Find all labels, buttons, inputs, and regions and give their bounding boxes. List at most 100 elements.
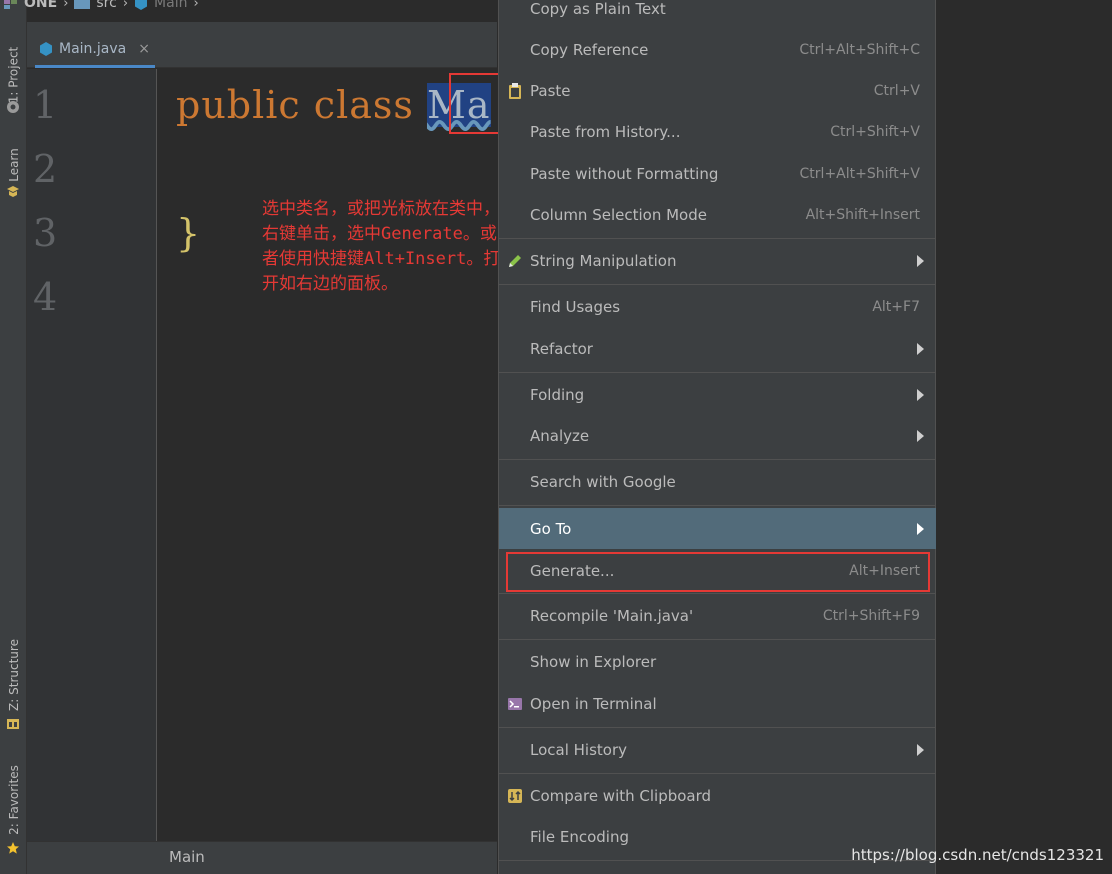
chevron-right-icon: › — [63, 0, 69, 11]
menu-item-shortcut: Ctrl+Alt+Shift+C — [799, 42, 920, 58]
menu-item-label: Analyze — [530, 427, 590, 445]
terminal-icon — [508, 698, 522, 710]
closing-brace: } — [176, 211, 202, 255]
line-number: 2 — [33, 147, 58, 191]
line-number: 4 — [33, 275, 58, 319]
menu-item-label: Column Selection Mode — [530, 206, 707, 224]
module-icon — [4, 0, 17, 9]
project-tab-label: 1: Project — [6, 46, 21, 104]
menu-item-shortcut: Ctrl+Shift+F9 — [822, 608, 920, 624]
menu-item-shortcut: Ctrl+V — [873, 83, 920, 99]
menu-item-local-history[interactable]: Local History — [499, 731, 936, 769]
menu-item-label: Refactor — [530, 340, 593, 358]
structure-tab-label: Z: Structure — [6, 639, 21, 711]
line-number: 1 — [33, 83, 58, 127]
tool-window-strip: 1: Project Learn Z: Structure 2: Favorit… — [0, 0, 27, 874]
menu-item-shortcut: Ctrl+Shift+V — [830, 124, 920, 140]
status-breadcrumb[interactable]: Main — [169, 848, 205, 866]
compare-icon — [508, 789, 522, 803]
tab-main-java[interactable]: Main.java × — [35, 32, 155, 68]
menu-item-label: Go To — [530, 519, 572, 538]
menu-item-label: Recompile 'Main.java' — [530, 607, 694, 625]
chevron-right-icon: › — [122, 0, 129, 11]
structure-tool-tab[interactable]: Z: Structure — [0, 630, 27, 720]
menu-item-search-with-google[interactable]: Search with Google — [499, 463, 936, 501]
breadcrumb-folder-label: src — [96, 0, 117, 11]
code-editor[interactable]: public class Ma } — [158, 69, 498, 841]
menu-item-paste[interactable]: Paste Ctrl+V — [499, 72, 936, 110]
breadcrumb-folder[interactable]: src — [74, 0, 117, 11]
learn-icon — [7, 186, 19, 197]
menu-separator — [499, 459, 936, 460]
pencil-icon — [509, 255, 521, 267]
menu-item-label: Paste from History... — [530, 123, 681, 141]
generate-highlight-box — [506, 552, 930, 592]
menu-item-recompile[interactable]: Recompile 'Main.java' Ctrl+Shift+F9 — [499, 597, 936, 635]
editor-status-bar: Main — [27, 841, 497, 874]
submenu-arrow-icon — [917, 430, 924, 442]
menu-item-label: Show in Explorer — [530, 653, 657, 671]
menu-item-label: Local History — [530, 741, 628, 759]
learn-tab-label: Learn — [6, 148, 21, 182]
menu-item-paste-from-history[interactable]: Paste from History... Ctrl+Shift+V — [499, 113, 936, 151]
tab-label: Main.java — [59, 40, 127, 57]
star-icon — [7, 842, 19, 854]
menu-item-label: Paste — [530, 82, 571, 100]
breadcrumb-file[interactable]: Main — [134, 0, 187, 11]
menu-item-column-selection-mode[interactable]: Column Selection Mode Alt+Shift+Insert — [499, 196, 936, 234]
menu-item-analyze[interactable]: Analyze — [499, 417, 936, 455]
watermark-text: https://blog.csdn.net/cnds123321 — [851, 846, 1104, 864]
menu-separator — [499, 284, 936, 285]
menu-separator — [499, 639, 936, 640]
menu-item-paste-without-formatting[interactable]: Paste without Formatting Ctrl+Alt+Shift+… — [499, 155, 936, 193]
submenu-arrow-icon — [917, 343, 924, 355]
menu-item-label: Search with Google — [530, 473, 676, 491]
menu-item-label: Paste without Formatting — [530, 165, 719, 183]
context-menu: Copy as Plain Text Copy Reference Ctrl+A… — [498, 0, 936, 874]
line-number: 3 — [33, 211, 58, 255]
java-class-icon — [135, 0, 148, 10]
keyword-text: public class — [176, 83, 414, 127]
favorites-tab-label: 2: Favorites — [6, 765, 21, 835]
menu-item-string-manipulation[interactable]: String Manipulation — [499, 242, 936, 280]
menu-item-label: Copy as Plain Text — [530, 0, 666, 18]
menu-item-shortcut: Alt+Shift+Insert — [805, 207, 920, 223]
close-icon[interactable]: × — [138, 41, 150, 57]
menu-item-copy-plain-text[interactable]: Copy as Plain Text — [499, 0, 936, 28]
line-number-gutter: 1 2 3 4 — [27, 69, 157, 841]
menu-item-copy-reference[interactable]: Copy Reference Ctrl+Alt+Shift+C — [499, 31, 936, 69]
learn-tool-tab[interactable]: Learn — [0, 140, 27, 190]
menu-separator — [499, 372, 936, 373]
menu-item-open-in-terminal[interactable]: Open in Terminal — [499, 685, 936, 723]
source-folder-icon — [74, 0, 91, 9]
menu-item-compare-with-clipboard[interactable]: Compare with Clipboard — [499, 777, 936, 815]
menu-item-find-usages[interactable]: Find Usages Alt+F7 — [499, 288, 936, 326]
editor-tab-bar: Main.java × — [27, 22, 497, 68]
menu-item-label: Find Usages — [530, 298, 621, 316]
menu-item-go-to[interactable]: Go To — [499, 508, 936, 549]
menu-item-show-in-explorer[interactable]: Show in Explorer — [499, 643, 936, 681]
menu-item-label: Compare with Clipboard — [530, 787, 712, 805]
menu-separator — [499, 505, 936, 506]
submenu-arrow-icon — [917, 744, 924, 756]
submenu-arrow-icon — [917, 255, 924, 267]
ide-window: { "breadcrumb": { "project": "ONE", "fol… — [0, 0, 1112, 874]
menu-item-refactor[interactable]: Refactor — [499, 330, 936, 368]
java-class-icon — [40, 41, 52, 56]
menu-separator — [499, 773, 936, 774]
annotation-text: 选中类名，或把光标放在类中，右键单击，选中Generate。或者使用快捷键Alt… — [262, 199, 501, 294]
project-icon — [7, 101, 19, 113]
clipboard-icon — [509, 83, 521, 99]
chevron-right-icon: › — [193, 0, 199, 11]
submenu-arrow-icon — [917, 523, 924, 535]
menu-item-label: Open in Terminal — [530, 695, 657, 713]
menu-item-label: File Encoding — [530, 828, 629, 846]
menu-separator — [499, 238, 936, 239]
menu-item-folding[interactable]: Folding — [499, 376, 936, 414]
menu-item-label: Folding — [530, 386, 585, 404]
menu-item-label: String Manipulation — [530, 252, 677, 270]
code-line-3: } — [176, 211, 201, 255]
breadcrumb-project[interactable]: ONE — [4, 0, 57, 11]
menu-item-label: Copy Reference — [530, 41, 649, 59]
favorites-tool-tab[interactable]: 2: Favorites — [0, 760, 27, 840]
